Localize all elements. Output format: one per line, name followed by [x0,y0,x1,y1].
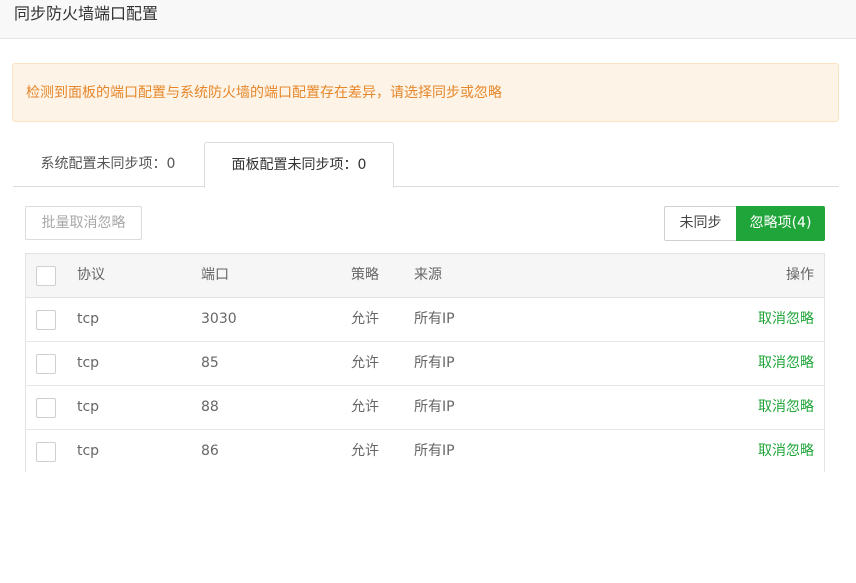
row-policy: 允许 [351,311,379,327]
cancel-ignore-link[interactable]: 取消忽略 [758,430,814,473]
row-checkbox[interactable] [36,398,56,418]
row-protocol: tcp [77,355,100,371]
cancel-ignore-link[interactable]: 取消忽略 [758,342,814,385]
row-protocol: tcp [77,311,100,327]
cancel-ignore-link[interactable]: 取消忽略 [758,386,814,429]
header-protocol: 协议 [77,267,105,283]
row-protocol: tcp [77,399,100,415]
tab-panel-unsynced[interactable]: 面板配置未同步项：0 [204,142,394,188]
dialog-title: 同步防火墙端口配置 [14,4,159,23]
filter-unsynced-button[interactable]: 未同步 [664,206,736,241]
header-policy: 策略 [351,267,379,283]
table-row: tcp 88 允许 所有IP 取消忽略 [26,386,824,430]
row-checkbox[interactable] [36,442,56,462]
filter-ignored-button[interactable]: 忽略项(4) [736,206,825,241]
row-port: 3030 [201,311,237,327]
header-action: 操作 [786,267,814,283]
sync-firewall-dialog: 同步防火墙端口配置 检测到面板的端口配置与系统防火墙的端口配置存在差异，请选择同… [0,0,856,583]
header-source: 来源 [414,267,442,283]
batch-cancel-ignore-button[interactable]: 批量取消忽略 [25,206,142,240]
warning-alert-text: 检测到面板的端口配置与系统防火墙的端口配置存在差异，请选择同步或忽略 [26,85,502,101]
row-source: 所有IP [414,355,455,371]
row-source: 所有IP [414,311,455,327]
table-header: 协议 端口 策略 来源 操作 [26,254,824,298]
row-protocol: tcp [77,443,100,459]
header-port: 端口 [201,267,229,283]
cancel-ignore-link[interactable]: 取消忽略 [758,298,814,341]
row-source: 所有IP [414,443,455,459]
row-port: 85 [201,355,219,371]
table-row: tcp 3030 允许 所有IP 取消忽略 [26,298,824,342]
ports-table: 协议 端口 策略 来源 操作 tcp 3030 允许 所有IP 取消忽略 tcp… [25,253,825,474]
row-policy: 允许 [351,443,379,459]
row-port: 86 [201,443,219,459]
tab-system-unsynced[interactable]: 系统配置未同步项：0 [13,142,203,187]
row-checkbox[interactable] [36,310,56,330]
table-row: tcp 85 允许 所有IP 取消忽略 [26,342,824,386]
warning-alert: 检测到面板的端口配置与系统防火墙的端口配置存在差异，请选择同步或忽略 [12,63,839,122]
row-port: 88 [201,399,219,415]
row-policy: 允许 [351,355,379,371]
row-source: 所有IP [414,399,455,415]
select-all-checkbox[interactable] [36,266,56,286]
row-checkbox[interactable] [36,354,56,374]
row-policy: 允许 [351,399,379,415]
filter-segmented-control: 未同步 忽略项(4) [664,206,825,241]
dialog-titlebar: 同步防火墙端口配置 [0,0,856,39]
table-row: tcp 86 允许 所有IP 取消忽略 [26,430,824,474]
config-tabs: 系统配置未同步项：0 面板配置未同步项：0 [13,142,839,188]
